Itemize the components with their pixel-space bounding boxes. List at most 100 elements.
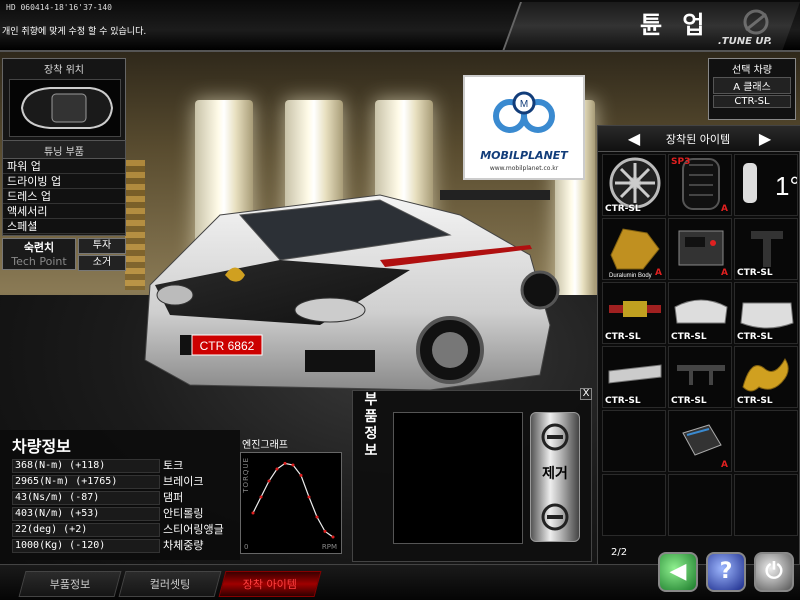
stat-name: 안티롤링 <box>163 507 204 520</box>
banner-url: www.mobilplanet.co.kr <box>489 165 559 172</box>
engine-graph-title: 엔진그래프 <box>242 440 288 451</box>
notice-text: 개인 취향에 맞게 수정 할 수 있습니다. <box>2 27 147 37</box>
torque-point <box>259 495 263 499</box>
equipped-item-slot[interactable]: CTR-SL <box>602 282 666 344</box>
car-model[interactable]: CTR 6862 <box>130 175 560 405</box>
tune-up-screen: CTR 6862 M MOBILPLANET www.mobilplanet.c… <box>0 0 800 600</box>
car-top-icon <box>20 87 114 129</box>
invest-button[interactable]: 투자 <box>78 238 126 254</box>
tab-part-info-label: 부품정보 <box>49 578 90 591</box>
mobilplanet-logo-icon: M <box>493 91 555 133</box>
tuning-item-accessory[interactable]: 액세서리 <box>3 204 125 219</box>
torque-point <box>283 461 287 465</box>
torque-point <box>315 515 319 519</box>
graph-xlabel: RPM <box>321 543 337 551</box>
tuning-parts-title: 튜닝 부품 <box>3 141 125 159</box>
torque-point <box>267 479 271 483</box>
page-title: 튠 업 <box>640 11 711 39</box>
item-tag: CTR-SL <box>605 204 641 214</box>
empty-item-slot[interactable] <box>602 410 666 472</box>
tuning-item-dress-up[interactable]: 드레스 업 <box>3 189 125 204</box>
tab-equipped-items[interactable]: 장착 아이템 <box>218 571 322 597</box>
part-info-label: 부품정보 <box>364 392 378 459</box>
license-plate-text: CTR 6862 <box>200 339 255 353</box>
skill-box: 숙련치 Tech Point <box>2 238 76 270</box>
page-title-en: .TUNE UP. <box>718 36 773 47</box>
tab-color-setting-label: 컬러셋팅 <box>149 578 190 591</box>
stat-value: 403(N/m) (+53) <box>12 507 160 521</box>
item-tag: CTR-SL <box>737 332 773 342</box>
tab-part-info[interactable]: 부품정보 <box>18 571 122 597</box>
mount-position-panel: 장착 위치 <box>2 58 126 142</box>
tuning-item-driving-up[interactable]: 드라이빙 업 <box>3 174 125 189</box>
torque-point <box>323 529 327 533</box>
empty-item-slot[interactable] <box>668 474 732 536</box>
item-tag: CTR-SL <box>605 332 641 342</box>
svg-text:Duralumin Body: Duralumin Body <box>609 273 652 279</box>
equipped-item-slot[interactable]: Duralumin Body A <box>602 218 666 280</box>
item-grade: A <box>721 204 728 214</box>
equipped-item-slot[interactable]: CTR-SL <box>668 282 732 344</box>
item-grade: A <box>655 268 662 278</box>
headlight <box>156 284 194 306</box>
consume-button[interactable]: 소거 <box>78 255 126 271</box>
part-info-close-button[interactable]: X <box>580 388 592 400</box>
bumper-vent <box>305 350 375 372</box>
back-button[interactable]: ◀ <box>658 552 698 592</box>
tab-color-setting[interactable]: 컬러셋팅 <box>118 571 222 597</box>
top-header: HD 060414-18'16'37-140 개인 취향에 맞게 수정 할 수 … <box>0 0 800 52</box>
equipped-item-slot[interactable]: A SP3 <box>668 154 732 216</box>
car-top-view[interactable] <box>9 79 121 137</box>
remove-button[interactable]: 제거 <box>530 412 580 542</box>
equipped-item-slot[interactable]: 1° <box>734 154 798 216</box>
part-preview <box>393 412 523 544</box>
torque-point <box>307 495 311 499</box>
vehicle-model[interactable]: CTR-SL <box>713 95 791 108</box>
equipped-items-grid: CTR-SL A SP3 1° Duralumin Body A A CTR-SL CTR-SL… <box>602 154 798 538</box>
help-button[interactable]: ? <box>706 552 746 592</box>
power-icon: ⏻ <box>765 559 783 584</box>
page-indicator: 2/2 <box>611 547 628 558</box>
remove-top-icon <box>541 423 569 451</box>
equipped-item-slot[interactable]: CTR-SL <box>602 346 666 408</box>
tuning-item-power-up[interactable]: 파워 업 <box>3 159 125 174</box>
equipped-item-slot[interactable]: CTR-SL <box>668 346 732 408</box>
svg-text:M: M <box>520 99 528 110</box>
headlight <box>294 297 366 323</box>
tuning-parts-panel: 튜닝 부품 파워 업 드라이빙 업 드레스 업 액세서리 스페셜 <box>2 140 126 236</box>
stat-name: 댐퍼 <box>163 491 184 504</box>
empty-item-slot[interactable] <box>602 474 666 536</box>
torque-point <box>299 473 303 477</box>
skill-label: 숙련치 <box>23 241 55 254</box>
item-tag: CTR-SL <box>737 268 773 278</box>
torque-point <box>251 511 255 515</box>
game-logo-icon <box>743 9 769 35</box>
item-tag: CTR-SL <box>737 396 773 406</box>
rear-wheel <box>520 270 560 310</box>
equipped-item-slot[interactable]: A <box>668 218 732 280</box>
tuning-item-special[interactable]: 스페셜 <box>3 219 125 234</box>
svg-text:1°: 1° <box>775 171 798 201</box>
tech-point-label: Tech Point <box>11 255 67 268</box>
item-tag: CTR-SL <box>671 396 707 406</box>
item-extra: SP3 <box>671 157 691 167</box>
torque-point <box>331 535 335 539</box>
vehicle-class[interactable]: A 클래스 <box>713 77 791 94</box>
banner-brand: MOBILPLANET <box>480 149 568 162</box>
empty-item-slot[interactable] <box>734 410 798 472</box>
remove-label: 제거 <box>542 466 568 482</box>
equipped-item-slot[interactable]: A <box>668 410 732 472</box>
empty-item-slot[interactable] <box>734 474 798 536</box>
equipped-item-slot[interactable]: CTR-SL <box>734 282 798 344</box>
stat-value: 368(N-m) (+118) <box>12 459 160 473</box>
equipped-item-slot[interactable]: CTR-SL <box>734 346 798 408</box>
build-version: HD 060414-18'16'37-140 <box>6 3 112 12</box>
item-grade: A <box>721 460 728 470</box>
exit-button[interactable]: ⏻ <box>754 552 794 592</box>
next-page-arrow-icon[interactable]: ▶ <box>755 129 775 149</box>
engine-graph: TORQUE RPM 0 <box>240 452 342 554</box>
equipped-item-slot[interactable]: CTR-SL <box>602 154 666 216</box>
torque-point <box>275 467 279 471</box>
stat-name: 토크 <box>163 459 184 472</box>
equipped-item-slot[interactable]: CTR-SL <box>734 218 798 280</box>
